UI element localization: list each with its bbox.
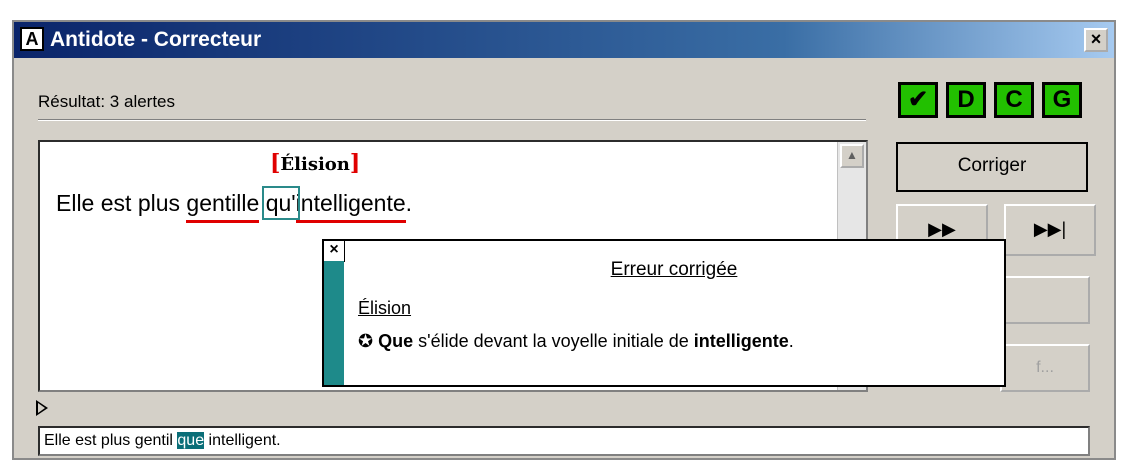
error-explanation: ✪ Que s'élide devant la voyelle initiale… bbox=[358, 331, 794, 351]
window-close-button[interactable]: × bbox=[1084, 28, 1108, 52]
popup-title: Erreur corrigée bbox=[610, 259, 738, 280]
error-word-gentille[interactable]: gentille bbox=[186, 190, 260, 223]
hidden-button[interactable] bbox=[1000, 276, 1090, 324]
hidden-button-2[interactable]: f... bbox=[1000, 344, 1090, 392]
highlighted-correction: que bbox=[177, 432, 205, 449]
popup-close-button[interactable]: × bbox=[324, 241, 345, 262]
corrected-sentence-field[interactable]: Elle est plus gentil que intelligent. bbox=[38, 426, 1090, 456]
title-bar[interactable]: A Antidote - Correcteur × bbox=[14, 22, 1114, 58]
scroll-up-icon[interactable]: ▲ bbox=[840, 144, 864, 168]
separator bbox=[38, 119, 866, 121]
annotation-label: [Élision] bbox=[270, 150, 361, 176]
last-alert-button[interactable]: ▶▶| bbox=[1004, 204, 1096, 256]
expand-arrow-icon[interactable] bbox=[36, 400, 48, 416]
error-category-link[interactable]: Élision bbox=[358, 298, 411, 319]
corriger-button[interactable]: Corriger bbox=[896, 142, 1088, 192]
check-icon: ✔ bbox=[907, 86, 929, 113]
error-word-intelligente[interactable]: intelligente bbox=[295, 190, 406, 223]
g-button[interactable]: G bbox=[1042, 82, 1082, 118]
correction-popup: × Erreur corrigée Élision ✪ Que s'élide … bbox=[322, 239, 1006, 387]
analyzed-sentence: Elle est plus gentille qu'intelligente. bbox=[56, 186, 412, 223]
d-button[interactable]: D bbox=[946, 82, 986, 118]
selected-word-qu[interactable]: qu' bbox=[261, 186, 300, 220]
antidote-window: A Antidote - Correcteur × Résultat: 3 al… bbox=[12, 20, 1116, 460]
window-title: Antidote - Correcteur bbox=[50, 28, 262, 51]
bullet-icon: ✪ bbox=[358, 331, 374, 351]
popup-sidebar bbox=[324, 261, 344, 385]
check-button[interactable]: ✔ bbox=[898, 82, 938, 118]
antidote-logo-icon: A bbox=[20, 27, 44, 51]
c-button[interactable]: C bbox=[994, 82, 1034, 118]
result-summary: Résultat: 3 alertes bbox=[38, 92, 176, 111]
